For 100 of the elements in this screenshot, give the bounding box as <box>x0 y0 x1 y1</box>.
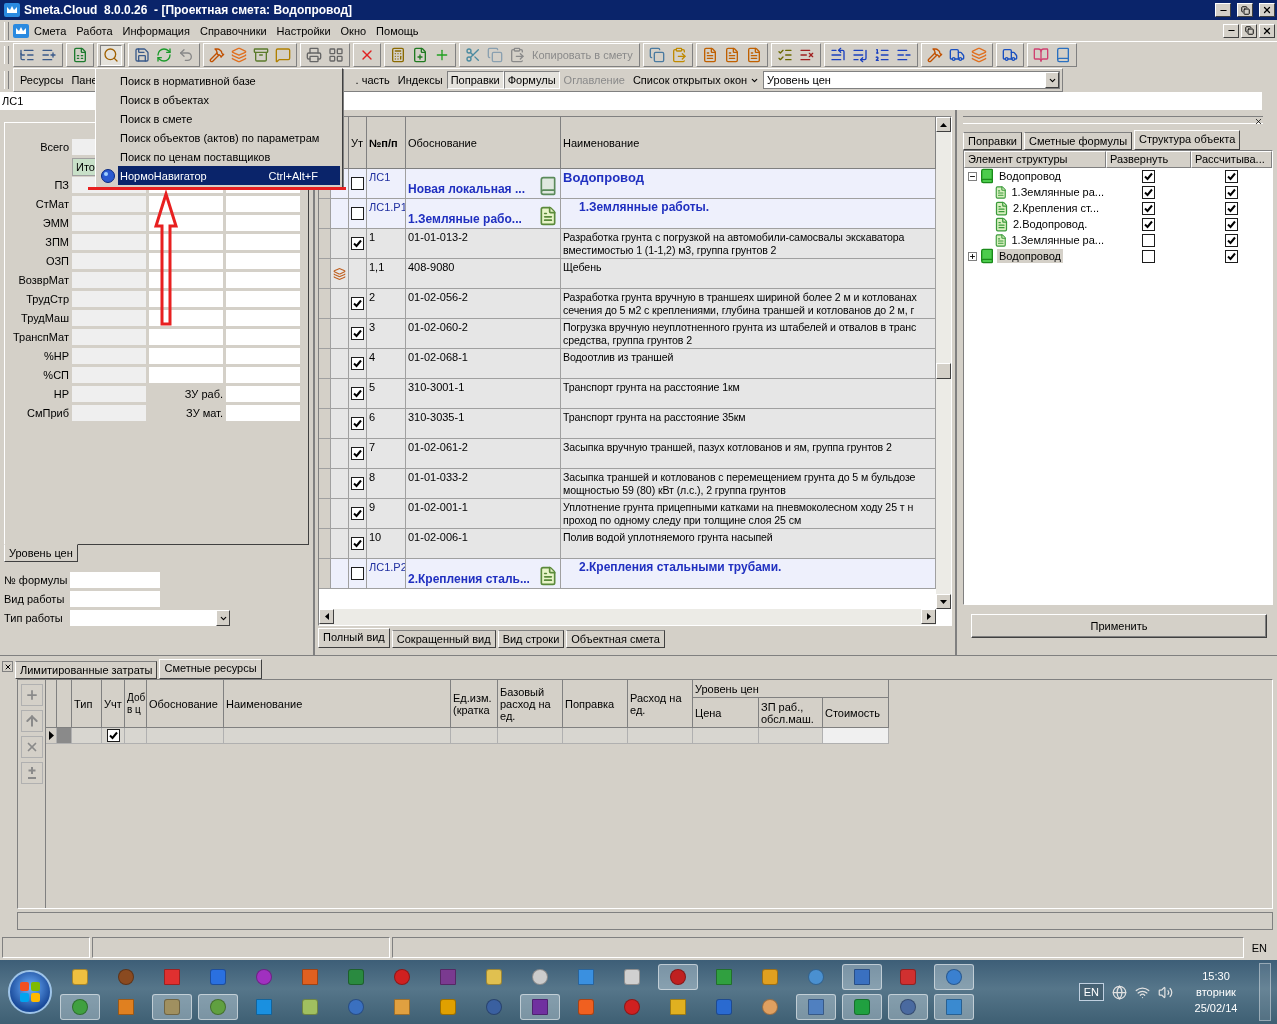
code-text: 01-02-068-1 <box>408 351 468 363</box>
menu-item[interactable]: Справочники <box>194 22 272 39</box>
column-header[interactable]: Базовый расход на ед. <box>498 680 563 728</box>
column-header[interactable]: Наименование <box>224 680 451 728</box>
column-header[interactable]: Расход на ед. <box>628 680 693 728</box>
column-header[interactable]: №п/п <box>367 117 406 169</box>
menu-item[interactable]: Поиск в смете <box>98 109 340 128</box>
column-header[interactable]: Тип <box>72 680 102 728</box>
row-number: 5 <box>369 381 376 393</box>
section-name: Водопровод <box>563 171 644 184</box>
column-header[interactable]: Ут <box>349 117 367 169</box>
view-tab[interactable]: Сокращенный вид <box>391 630 496 648</box>
row-number: 9 <box>369 501 376 513</box>
code-text: 310-3035-1 <box>408 411 465 423</box>
panel-button[interactable]: Формулы <box>503 71 560 89</box>
window-title: Smeta.Cloud 8.0.0.26 - [Проектная смета: Водопровод] <box>24 3 354 17</box>
column-group-header[interactable]: Уровень цен <box>693 680 889 698</box>
code-text: 01-02-060-2 <box>408 321 468 333</box>
work-name: Погрузка вручную неуплотненного грунта из штабелей и отвалов в транс средства, группа грунтов 2 <box>563 321 917 347</box>
total-row-label: ТрудМаш <box>20 312 69 324</box>
work-name: Транспорт грунта на расстояние 35км <box>563 411 746 424</box>
view-tab[interactable]: Объектная смета <box>566 630 665 648</box>
column-header[interactable]: Доб в ц <box>125 680 147 728</box>
column-header[interactable]: Ед.изм. (кратка <box>451 680 498 728</box>
menu-item[interactable]: Поиск по ценам поставщиков <box>98 147 340 166</box>
column-header[interactable]: Стоимость <box>823 698 889 728</box>
work-name: Засыпка траншей и котлованов с перемещением грунта до 5 м бульдозе мощностью 59 (80) кВт (л.с.), 2 группа грунтов <box>563 471 916 497</box>
menu-item[interactable]: Помощь <box>371 22 424 39</box>
menu-item[interactable]: Настройки <box>271 22 336 39</box>
row-number: 6 <box>369 411 376 423</box>
menu-item[interactable]: Смета <box>29 22 72 39</box>
tab[interactable]: Сметные ресурсы <box>159 659 262 679</box>
apply-button[interactable]: Применить <box>971 614 1267 638</box>
field-label: Вид работы <box>4 593 66 605</box>
tab[interactable]: Уровень цен <box>4 544 78 562</box>
tree-item[interactable]: 1.Землянные ра... <box>1009 233 1106 247</box>
panel-button[interactable]: Ресурсы <box>16 71 68 89</box>
section-name: 1.Землянные работы. <box>578 201 710 214</box>
price-level-select[interactable]: Уровень цен <box>763 71 1060 89</box>
section-title: 2.Крепления сталь... <box>408 572 530 586</box>
code-text: 01-01-033-2 <box>408 471 468 483</box>
tab[interactable]: Поправки <box>963 132 1023 150</box>
menu-item[interactable]: Поиск объектов (актов) по параметрам <box>98 128 340 147</box>
clock-date: 25/02/14 <box>1194 1002 1238 1014</box>
code-text: 01-02-056-2 <box>408 291 468 303</box>
column-header[interactable]: Цена <box>693 698 759 728</box>
field-label: № формулы <box>4 574 69 586</box>
total-row-label: СмПриб <box>26 407 69 419</box>
column-header[interactable]: Обоснование <box>147 680 224 728</box>
menu-item[interactable]: Информация <box>117 22 195 39</box>
column-header[interactable]: Поправка <box>563 680 628 728</box>
total-row-label: %НР <box>42 350 69 362</box>
total-row-label: ПЗ <box>53 179 69 191</box>
menu-item[interactable]: Окно <box>335 22 372 39</box>
code-text: 01-02-061-2 <box>408 441 468 453</box>
panel-button[interactable]: Поправки <box>446 71 504 89</box>
menu-item[interactable]: Поиск в объектах <box>98 90 340 109</box>
open-windows-dropdown[interactable]: Список открытых окон <box>628 72 764 88</box>
row-number: 1 <box>369 231 376 243</box>
column-header[interactable]: Учт <box>102 680 125 728</box>
column-header[interactable]: Рассчитыва... <box>1191 151 1272 168</box>
side-label: ЗУ мат. <box>185 407 223 419</box>
row-number: 7 <box>369 441 376 453</box>
menu-item[interactable]: НормоНавигатор Ctrl+Alt+F <box>98 166 340 185</box>
menu-item[interactable]: Поиск в нормативной базе <box>98 71 340 90</box>
work-name: Уплотнение грунта прицепными катками на пневмоколесном ходу 25 т н проход по одному следу при толщине слоя 25 см <box>563 501 914 527</box>
tab[interactable]: Структура объекта <box>1134 130 1241 150</box>
section-title: 1.Земляные рабо... <box>408 212 522 226</box>
row-number: 3 <box>369 321 376 333</box>
total-row-label: %СП <box>42 369 69 381</box>
tree-item[interactable]: 2.Водопровод. <box>1011 217 1090 231</box>
tree-item[interactable]: Водопровод <box>997 169 1063 183</box>
panel-button[interactable]: . часть <box>351 71 394 89</box>
clock-time[interactable]: 15:30 <box>1202 970 1230 982</box>
total-row-label: ТрудСтр <box>25 293 69 305</box>
tab[interactable]: Сметные формулы <box>1024 132 1133 150</box>
total-row-label: ЗПМ <box>44 236 69 248</box>
code-text: 01-02-001-1 <box>408 501 468 513</box>
work-name: Засыпка вручную траншей, пазух котлованов и ям, группа грунтов 2 <box>563 441 892 454</box>
tree-item[interactable]: 2.Крепления ст... <box>1011 201 1102 215</box>
view-tab[interactable]: Полный вид <box>318 628 390 648</box>
work-name: Разработка грунта с погрузкой на автомобили-самосвалы экскаватора вместимостью 1 (1-1,2) м3, группа грунтов 2 <box>563 231 905 257</box>
column-header[interactable]: ЗП раб., обсл.маш. <box>759 698 823 728</box>
column-header[interactable]: Наименование <box>561 117 936 169</box>
column-header[interactable]: Развернуть <box>1106 151 1191 168</box>
code-text: 01-02-006-1 <box>408 531 468 543</box>
tree-item[interactable]: 1.Землянные ра... <box>1009 185 1106 199</box>
panel-button[interactable]: Индексы <box>393 71 447 89</box>
view-tab[interactable]: Вид строки <box>497 630 565 648</box>
side-label: ЗУ раб. <box>183 388 223 400</box>
column-header[interactable]: Элемент структуры <box>964 151 1106 168</box>
tree-item[interactable]: Водопровод <box>997 249 1063 263</box>
row-number: 8 <box>369 471 376 483</box>
work-name: Водоотлив из траншей <box>563 351 674 364</box>
language-button[interactable]: EN <box>1078 983 1104 1001</box>
section-title: Новая локальная ... <box>408 182 525 196</box>
work-name: Разработка грунта вручную в траншеях шириной более 2 м и котлованах сечения до 5 м2 с креплениями, глубина траншей и котлованов до 2 м, г <box>563 291 917 317</box>
menu-item[interactable]: Работа <box>71 22 118 39</box>
tab[interactable]: Лимитированные затраты <box>15 661 158 679</box>
column-header[interactable]: Обоснование <box>406 117 561 169</box>
